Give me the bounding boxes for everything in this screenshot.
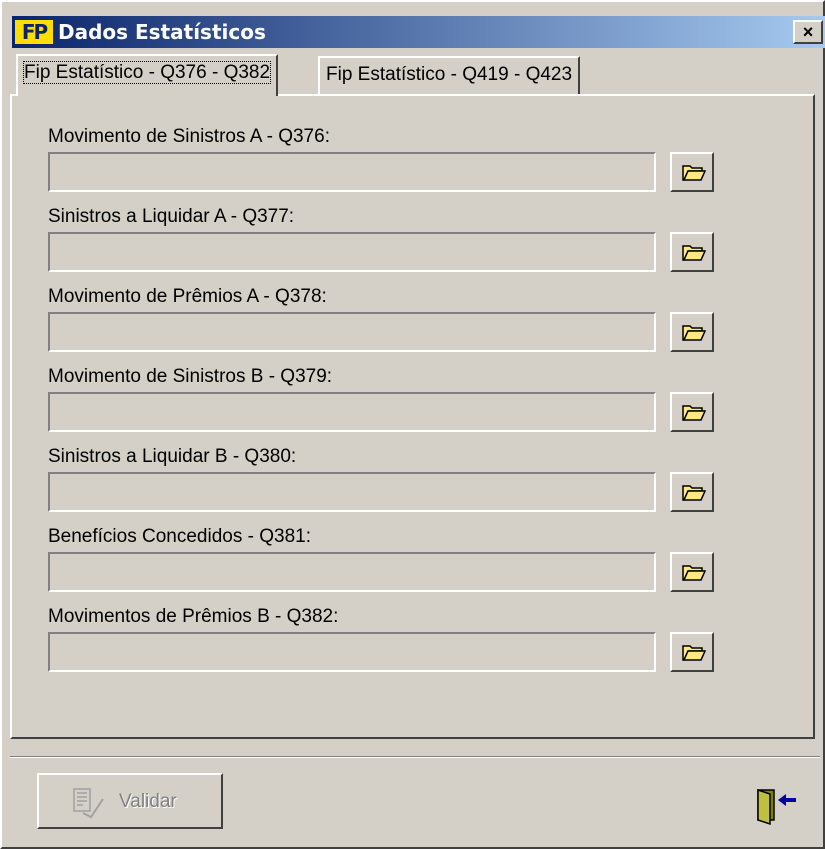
path-input-q380[interactable] xyxy=(48,472,656,512)
field-label-q381: Benefícios Concedidos - Q381: xyxy=(48,526,311,547)
footer-separator xyxy=(10,756,820,758)
folder-open-icon xyxy=(682,645,706,661)
path-input-q377[interactable] xyxy=(48,232,656,272)
path-input-q378[interactable] xyxy=(48,312,656,352)
field-label-q382: Movimentos de Prêmios B - Q382: xyxy=(48,606,339,627)
field-label-q378: Movimento de Prêmios A - Q378: xyxy=(48,286,327,307)
title-bar[interactable]: FP Dados Estatísticos × xyxy=(12,16,825,48)
tab-q419-q423[interactable]: Fip Estatístico - Q419 - Q423 xyxy=(318,56,581,94)
validar-label: Validar xyxy=(119,791,177,812)
validar-button[interactable]: Validar xyxy=(37,773,223,829)
folder-open-icon xyxy=(682,405,706,421)
folder-open-icon xyxy=(682,165,706,181)
window-title: Dados Estatísticos xyxy=(58,20,266,44)
browse-button-q376[interactable] xyxy=(670,152,714,192)
field-label-q379: Movimento de Sinistros B - Q379: xyxy=(48,366,333,387)
tab-label: Fip Estatístico - Q376 - Q382 xyxy=(22,61,272,84)
field-label-q377: Sinistros a Liquidar A - Q377: xyxy=(48,206,295,227)
validate-document-icon xyxy=(73,788,104,819)
field-label-q376: Movimento de Sinistros A - Q376: xyxy=(48,126,330,147)
folder-open-icon xyxy=(682,245,706,261)
path-input-q376[interactable] xyxy=(48,152,656,192)
tab-panel: Movimento de Sinistros A - Q376: Sinistr… xyxy=(10,94,815,739)
folder-open-icon xyxy=(682,485,706,501)
app-logo-icon: FP xyxy=(15,20,53,44)
browse-button-q379[interactable] xyxy=(670,392,714,432)
path-input-q381[interactable] xyxy=(48,552,656,592)
tab-q376-q382[interactable]: Fip Estatístico - Q376 - Q382 xyxy=(16,54,279,96)
browse-button-q378[interactable] xyxy=(670,312,714,352)
exit-button[interactable] xyxy=(752,786,798,826)
close-button[interactable]: × xyxy=(793,20,823,44)
tab-label: Fip Estatístico - Q419 - Q423 xyxy=(326,64,573,85)
browse-button-q377[interactable] xyxy=(670,232,714,272)
folder-open-icon xyxy=(682,565,706,581)
browse-button-q382[interactable] xyxy=(670,632,714,672)
exit-door-icon xyxy=(757,788,796,826)
path-input-q382[interactable] xyxy=(48,632,656,672)
browse-button-q381[interactable] xyxy=(670,552,714,592)
field-label-q380: Sinistros a Liquidar B - Q380: xyxy=(48,446,297,467)
browse-button-q380[interactable] xyxy=(670,472,714,512)
folder-open-icon xyxy=(682,325,706,341)
path-input-q379[interactable] xyxy=(48,392,656,432)
